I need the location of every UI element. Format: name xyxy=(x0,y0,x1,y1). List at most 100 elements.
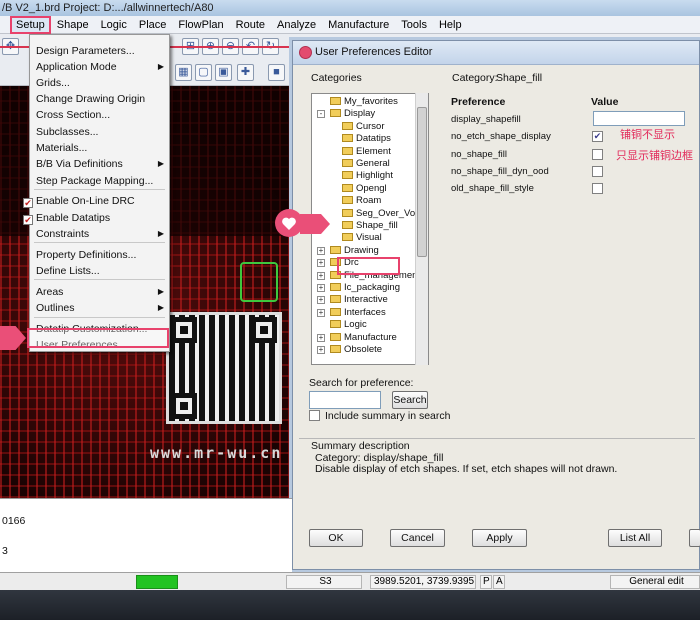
expand-icon[interactable]: + xyxy=(317,346,325,354)
preference-name: display_shapefill xyxy=(451,114,521,125)
tree-node[interactable]: Logic xyxy=(330,319,367,331)
menu-item-label: Constraints xyxy=(36,228,89,240)
setup-menu-item[interactable]: Subclasses... xyxy=(30,124,169,140)
tree-node[interactable]: Shape_fill xyxy=(342,220,398,232)
expand-icon[interactable]: + xyxy=(317,296,325,305)
expand-icon[interactable]: + xyxy=(317,259,325,268)
menu-help[interactable]: Help xyxy=(433,16,468,34)
preference-name: old_shape_fill_style xyxy=(451,183,534,195)
setup-menu-item[interactable]: Define Lists... xyxy=(30,263,169,279)
menu-place[interactable]: Place xyxy=(133,16,173,34)
tree-node[interactable]: Roam xyxy=(342,195,381,207)
preference-checkbox[interactable] xyxy=(592,165,603,177)
tree-node[interactable]: Seg_Over_Voi xyxy=(342,208,417,220)
folder-icon xyxy=(330,332,341,341)
preference-checkbox[interactable] xyxy=(592,183,603,195)
tree-node[interactable]: General xyxy=(342,158,390,170)
tree-node[interactable]: Interfaces xyxy=(330,307,386,319)
tree-node[interactable]: Manufacture xyxy=(330,332,397,344)
setup-menu-item[interactable]: Grids... xyxy=(30,75,169,91)
annotation-outline-only: 只显示铺铜边框 xyxy=(616,150,693,162)
p-flag[interactable]: P xyxy=(480,575,492,589)
menu-shape[interactable]: Shape xyxy=(51,16,95,34)
tree-node[interactable]: Drawing xyxy=(330,245,379,257)
menu-flowplan[interactable]: FlowPlan xyxy=(172,16,229,34)
tree-node[interactable]: Element xyxy=(342,146,391,158)
tree-node[interactable]: Ic_packaging xyxy=(330,282,400,294)
setup-menu-item[interactable]: Property Definitions... xyxy=(30,247,169,263)
setup-menu-item[interactable]: Constraints ▶ xyxy=(30,226,169,242)
color-icon[interactable]: ■ xyxy=(268,64,285,81)
expand-icon[interactable]: + xyxy=(317,333,325,342)
tree-node[interactable]: Obsolete xyxy=(330,344,382,356)
folder-icon xyxy=(330,307,341,316)
setup-menu-item[interactable]: B/B Via Definitions ▶ xyxy=(30,156,169,172)
tree-node[interactable]: Interactive xyxy=(330,294,388,306)
display-shapefill-input[interactable] xyxy=(593,111,685,126)
category-tree[interactable]: My_favorites Display - Cursor Datatips Elemen… xyxy=(311,93,429,365)
tree-node[interactable]: Cursor xyxy=(342,121,385,133)
setup-menu-item[interactable]: Cross Section... xyxy=(30,107,169,123)
include-summary-label: Include summary in search xyxy=(325,410,451,422)
menu-item-text: Grids... xyxy=(36,77,70,89)
expand-icon[interactable]: + xyxy=(317,271,325,280)
menu-analyze[interactable]: Analyze xyxy=(271,16,322,34)
tree-node-label: My_favorites xyxy=(344,96,398,107)
snap-icon[interactable]: ✚ xyxy=(237,64,254,81)
tree-node[interactable]: My_favorites xyxy=(330,96,398,108)
search-button[interactable]: Search xyxy=(392,391,428,409)
setup-menu-item[interactable]: Materials... xyxy=(30,140,169,156)
apply-button[interactable]: Apply xyxy=(472,529,527,547)
setup-menu-item[interactable]: Outlines ▶ xyxy=(30,300,169,316)
preference-checkbox[interactable]: ✔ xyxy=(592,131,603,143)
expand-icon[interactable]: + xyxy=(317,246,325,255)
tree-node[interactable]: Visual xyxy=(342,232,382,244)
preference-checkbox[interactable] xyxy=(592,148,603,160)
tree-node[interactable]: Opengl xyxy=(342,183,387,195)
list-all-button[interactable]: List All xyxy=(608,529,662,547)
menu-tools[interactable]: Tools xyxy=(395,16,433,34)
expand-icon[interactable]: + xyxy=(317,284,325,292)
category-value: Shape_fill xyxy=(496,72,543,84)
setup-menu-item[interactable]: Design Parameters... xyxy=(30,43,169,59)
shape-fill-highlight xyxy=(337,257,400,275)
ok-button[interactable]: OK xyxy=(309,529,363,547)
setup-menu-item[interactable]: ✔ Enable On-Line DRC xyxy=(23,193,169,209)
shape-icon[interactable]: ▢ xyxy=(195,64,212,81)
folder-icon xyxy=(330,283,341,291)
setup-menu-item[interactable]: Areas ▶ xyxy=(30,284,169,300)
dialog-title: User Preferences Editor xyxy=(315,46,433,58)
setup-menu-item[interactable]: Step Package Mapping... xyxy=(30,173,169,189)
setup-menu-item[interactable]: ✔ Enable Datatips xyxy=(23,210,169,226)
tree-scrollbar-thumb[interactable] xyxy=(417,107,427,257)
menu-item-text: Cross Section... xyxy=(36,109,111,121)
menu-logic[interactable]: Logic xyxy=(95,16,133,34)
folder-icon xyxy=(330,97,341,105)
help-button[interactable] xyxy=(689,529,700,547)
tree-node[interactable]: Highlight xyxy=(342,170,393,182)
layer-icon[interactable]: ▣ xyxy=(215,64,232,81)
setup-menu: Design Parameters... Application Mode ▶ Gri… xyxy=(23,34,170,352)
command-window[interactable]: 0166 3 xyxy=(0,498,292,572)
expand-icon[interactable]: + xyxy=(317,308,325,317)
folder-icon xyxy=(330,109,341,118)
menu-route[interactable]: Route xyxy=(230,16,271,34)
submenu-arrow-icon: ▶ xyxy=(157,159,164,168)
setup-menu-item[interactable]: Application Mode ▶ xyxy=(30,59,169,75)
collapse-icon[interactable]: - xyxy=(317,110,325,119)
setup-menu-item[interactable]: Change Drawing Origin xyxy=(30,91,169,107)
a-flag[interactable]: A xyxy=(493,575,505,589)
grid-icon[interactable]: ▦ xyxy=(175,64,192,81)
menu-item-label: ✔ Enable On-Line DRC xyxy=(23,195,135,208)
menu-manufacture[interactable]: Manufacture xyxy=(322,16,395,34)
category-label: Category: xyxy=(452,72,498,84)
tree-node[interactable]: Datatips xyxy=(342,133,391,145)
menu-setup[interactable]: Setup xyxy=(10,15,51,34)
folder-icon xyxy=(342,183,353,192)
tree-node[interactable]: Display xyxy=(330,108,375,120)
cancel-button[interactable]: Cancel xyxy=(390,529,445,547)
highlighted-component[interactable] xyxy=(240,262,278,302)
search-input[interactable] xyxy=(309,391,381,409)
include-summary-checkbox[interactable] xyxy=(309,410,320,421)
folder-icon xyxy=(342,208,353,217)
